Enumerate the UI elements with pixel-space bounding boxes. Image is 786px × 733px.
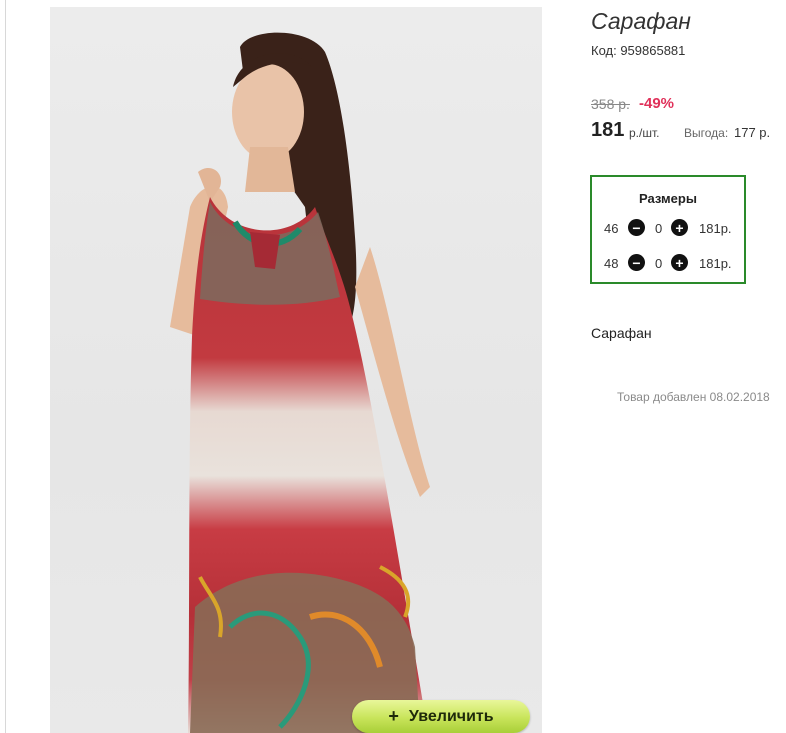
size-price: 181р. (699, 256, 732, 271)
product-title: Сарафан (591, 8, 691, 34)
zoom-button[interactable]: + Увеличить (352, 700, 530, 733)
benefit-value: 177 р. (734, 125, 771, 140)
quantity-value: 0 (655, 221, 663, 236)
quantity-value: 0 (655, 256, 663, 271)
current-price: 181 (591, 119, 625, 141)
size-label: 48 (604, 256, 619, 271)
minus-circle-icon[interactable]: − (628, 219, 645, 236)
size-row: 48 − 0 + 181р. (602, 254, 742, 274)
product-code: Код: 959865881 (591, 43, 686, 58)
added-date: Товар добавлен 08.02.2018 (617, 390, 770, 404)
product-description: Сарафан (591, 325, 652, 341)
sizes-box: Размеры 46 − 0 + 181р. 48 − 0 + 181р. (590, 175, 746, 284)
plus-circle-icon[interactable]: + (671, 219, 688, 236)
zoom-button-label: Увеличить (408, 707, 494, 725)
discount-badge: -49% (639, 95, 675, 112)
price-unit: р./шт. (629, 126, 660, 140)
product-photo[interactable] (50, 7, 542, 733)
minus-circle-icon[interactable]: − (628, 254, 645, 271)
size-row: 46 − 0 + 181р. (602, 219, 742, 239)
benefit-label: Выгода: (684, 126, 729, 140)
plus-icon: + (388, 706, 399, 726)
size-label: 46 (604, 221, 619, 236)
size-price: 181р. (699, 221, 732, 236)
sizes-title: Размеры (639, 191, 697, 206)
plus-circle-icon[interactable]: + (671, 254, 688, 271)
old-price: 358 р. (591, 96, 630, 112)
page-left-border (5, 0, 6, 733)
product-photo-image (170, 32, 430, 733)
